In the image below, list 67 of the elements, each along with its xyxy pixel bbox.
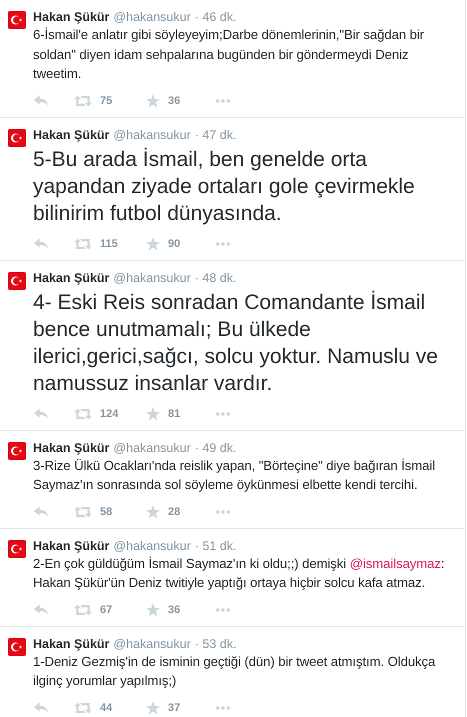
author-handle[interactable]: @hakansukur [113, 9, 191, 25]
favorite-count: 28 [168, 506, 182, 518]
retweet-icon[interactable] [74, 702, 92, 714]
reply-icon[interactable] [34, 604, 49, 616]
more-icon[interactable] [216, 98, 230, 102]
more-icon[interactable] [216, 510, 230, 514]
favorite-count: 36 [168, 94, 182, 106]
star-icon[interactable] [146, 504, 160, 518]
tweet-time[interactable]: · 47 dk. [194, 126, 236, 142]
retweet-icon[interactable] [74, 94, 92, 106]
author-name[interactable]: Hakan Şükür [33, 270, 110, 286]
flag-avatar-icon[interactable] [8, 128, 26, 146]
flag-avatar-icon[interactable] [8, 540, 26, 558]
retweet-icon[interactable] [74, 238, 92, 250]
author-handle[interactable]: @hakansukur [113, 440, 191, 456]
tweet-time[interactable]: · 46 dk. [194, 9, 236, 25]
favorite-count: 37 [168, 702, 182, 714]
star-icon[interactable] [146, 700, 160, 714]
reply-icon[interactable] [34, 506, 49, 518]
retweet-icon[interactable] [74, 604, 92, 616]
tweet-text: 6-İsmail'e anlatır gibi söyleyeyim;Darbe dönemlerinin,"Bir sağdan bir soldan" diyen idam sehpalarına bugünden bir göndermeydi Deniz tweetim. [33, 26, 425, 83]
retweet-count: 124 [100, 408, 120, 420]
favorite-count: 90 [168, 238, 182, 250]
retweet-count: 115 [100, 238, 119, 250]
author-handle[interactable]: @hakansukur [113, 538, 191, 554]
author-name[interactable]: Hakan Şükür [33, 636, 110, 652]
flag-avatar-icon[interactable] [8, 272, 26, 290]
author-name[interactable]: Hakan Şükür [33, 126, 110, 142]
more-icon[interactable] [216, 412, 230, 416]
more-icon[interactable] [216, 242, 230, 246]
star-icon[interactable] [146, 94, 160, 108]
reply-icon[interactable] [34, 238, 49, 250]
star-icon[interactable] [146, 236, 160, 250]
retweet-count: 44 [100, 702, 114, 714]
author-handle[interactable]: @hakansukur [113, 270, 191, 286]
tweet-time[interactable]: · 51 dk. [194, 538, 236, 554]
favorite-count: 36 [168, 604, 182, 616]
author-handle[interactable]: @hakansukur [113, 636, 191, 652]
star-icon[interactable] [146, 406, 160, 420]
flag-avatar-icon[interactable] [8, 638, 26, 656]
retweet-icon[interactable] [74, 506, 92, 518]
mention-link[interactable]: @ismailsaymaz [350, 556, 441, 570]
author-name[interactable]: Hakan Şükür [33, 440, 110, 456]
reply-icon[interactable] [34, 94, 49, 106]
favorite-count: 81 [168, 408, 182, 420]
author-name[interactable]: Hakan Şükür [33, 538, 110, 554]
star-icon[interactable] [146, 602, 160, 616]
more-icon[interactable] [216, 608, 230, 612]
retweet-count: 67 [100, 604, 114, 616]
retweet-count: 58 [100, 506, 114, 518]
retweet-icon[interactable] [74, 408, 92, 420]
tweet-text: 3-Rize Ülkü Ocakları'nda reislik yapan, "Börteçine" diye bağıran İsmail Saymaz'ın sonrasında sol söyleme öykünmesi elbette kendi tercihi. [33, 456, 436, 494]
author-name[interactable]: Hakan Şükür [33, 9, 110, 25]
tweet-text: 1-Deniz Gezmiş'in de isminin geçtiği (dün) bir tweet atmıştım. Oldukça ilginç yorumlar yapılmış;) [33, 652, 436, 690]
reply-icon[interactable] [34, 408, 49, 420]
flag-avatar-icon[interactable] [8, 11, 26, 29]
tweet-text: 4- Eski Reis sonradan Comandante İsmail bence unutmamalı; Bu ülkede ilerici,gerici,sağcı, solcu yoktur. Namuslu ve namussuz insanlar vardır. [33, 290, 439, 396]
retweet-count: 75 [100, 94, 114, 106]
tweet-text: 2-En çok güldüğüm İsmail Saymaz'ın ki oldu;;) demişki @ismailsaymaz: Hakan Şükür'ün Deniz twitiyle yaptığı ortaya hiçbir solcu kafa atmaz. [33, 554, 446, 592]
more-icon[interactable] [216, 706, 230, 710]
reply-icon[interactable] [34, 702, 49, 714]
tweet-time[interactable]: · 49 dk. [194, 440, 236, 456]
tweet-time[interactable]: · 48 dk. [194, 270, 236, 286]
tweet-time[interactable]: · 53 dk. [194, 636, 236, 652]
tweet-text: 5-Bu arada İsmail, ben genelde orta yapandan ziyade ortaları gole çevirmekle bilinirim futbol dünyasında. [33, 146, 416, 226]
author-handle[interactable]: @hakansukur [113, 126, 191, 142]
flag-avatar-icon[interactable] [8, 442, 26, 460]
